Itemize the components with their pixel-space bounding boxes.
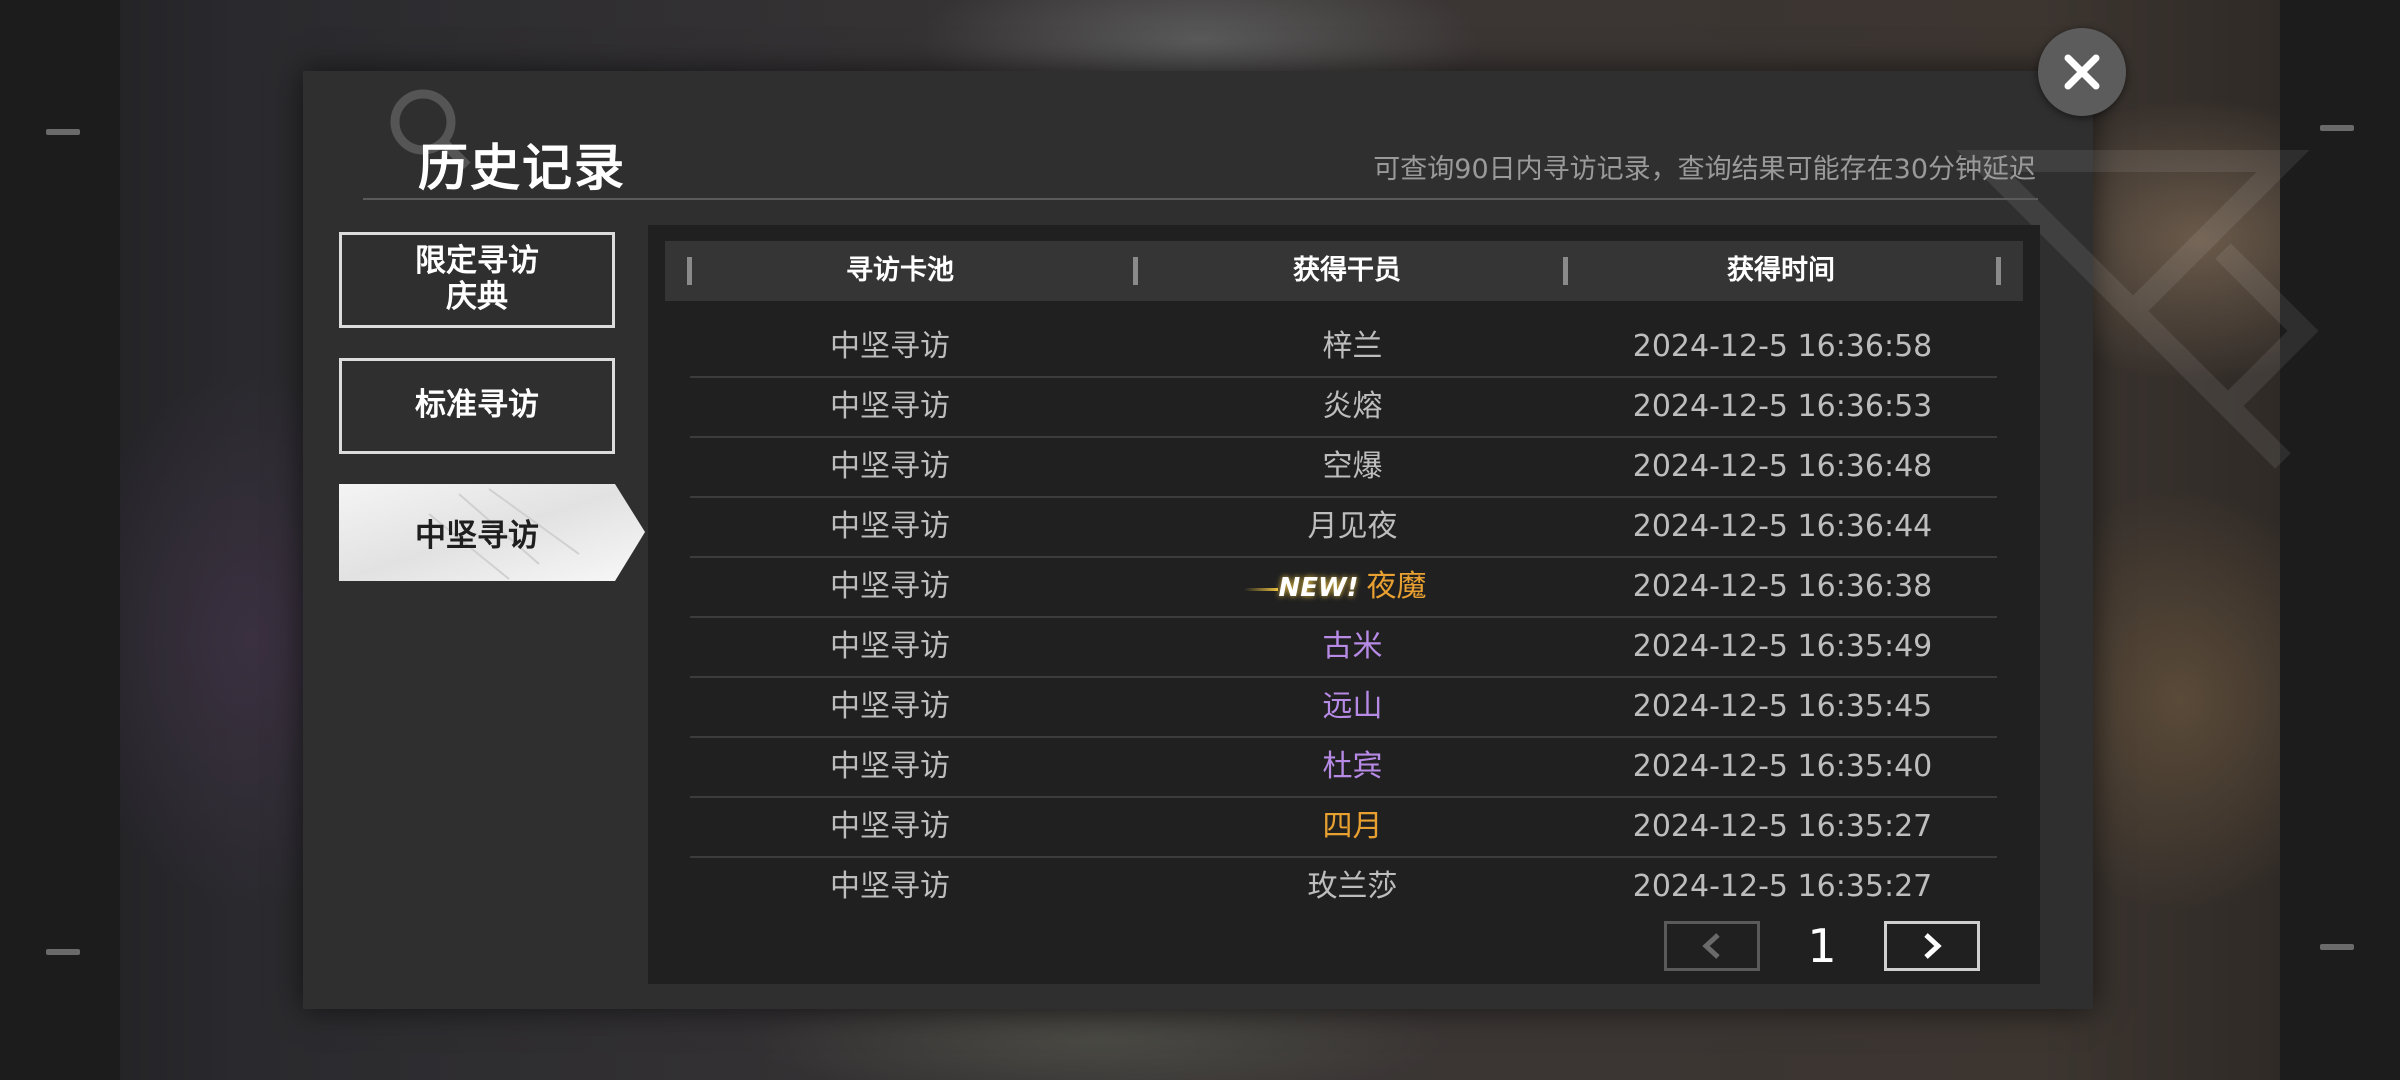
chevron-right-icon [1924, 933, 1942, 959]
cell-operator: 远山 [1090, 678, 1615, 736]
cell-time: 2024-12-5 16:35:45 [1632, 689, 1933, 724]
tab-limited-celebration[interactable]: 限定寻访 庆典 [339, 232, 615, 328]
cell-pool: 中坚寻访 [830, 569, 950, 604]
tab-standard[interactable]: 标准寻访 [339, 358, 615, 454]
cell-time: 2024-12-5 16:36:53 [1632, 389, 1933, 424]
tab-label: 中坚寻访 [415, 518, 539, 554]
operator-name: 古米 [1322, 629, 1383, 664]
page-number: 1 [1807, 919, 1837, 973]
table-row: 中坚寻访 空爆 2024-12-5 16:36:48 [690, 438, 1997, 498]
chevron-left-icon [1702, 933, 1720, 959]
table-header: 寻访卡池 获得干员 获得时间 [665, 241, 2023, 301]
cell-pool: 中坚寻访 [830, 389, 950, 424]
query-note: 可查询90日内寻访记录，查询结果可能存在30分钟延迟 [1373, 154, 2036, 185]
cell-pool: 中坚寻访 [830, 809, 950, 844]
operator-name: 夜魔 [1366, 569, 1427, 604]
cell-pool: 中坚寻访 [830, 869, 950, 904]
cell-operator: 梓兰 [1090, 318, 1615, 376]
cell-pool: 中坚寻访 [830, 509, 950, 544]
cell-operator: 炎熔 [1090, 378, 1615, 436]
table-row: 中坚寻访 炎熔 2024-12-5 16:36:53 [690, 378, 1997, 438]
left-frame-bar [0, 0, 120, 1080]
operator-name: 远山 [1322, 689, 1383, 724]
tab-label: 标准寻访 [415, 387, 539, 424]
next-page-button[interactable] [1884, 921, 1980, 971]
tab-label-line1: 限定寻访 [415, 243, 539, 280]
table-row: 中坚寻访 NEW! 夜魔 2024-12-5 16:36:38 [690, 558, 1997, 618]
table-row: 中坚寻访 杜宾 2024-12-5 16:35:40 [690, 738, 1997, 798]
header-pool: 寻访卡池 [846, 255, 954, 286]
cell-operator: NEW! 夜魔 [1090, 558, 1615, 616]
operator-name: 炎熔 [1322, 389, 1383, 424]
cell-time: 2024-12-5 16:36:38 [1632, 569, 1933, 604]
cell-pool: 中坚寻访 [830, 689, 950, 724]
cell-pool: 中坚寻访 [830, 629, 950, 664]
page-title: 历史记录 [418, 139, 626, 197]
cell-time: 2024-12-5 16:35:27 [1632, 869, 1933, 904]
table-row: 中坚寻访 四月 2024-12-5 16:35:27 [690, 798, 1997, 858]
cell-operator: 杜宾 [1090, 738, 1615, 796]
operator-name: 空爆 [1322, 449, 1383, 484]
title-divider [363, 198, 2038, 200]
header-time: 获得时间 [1727, 255, 1835, 286]
cell-pool: 中坚寻访 [830, 449, 950, 484]
operator-name: 四月 [1322, 809, 1383, 844]
frame-tick [46, 949, 80, 955]
new-badge: NEW! [1244, 559, 1359, 617]
operator-name: 月见夜 [1307, 509, 1398, 544]
cell-time: 2024-12-5 16:36:48 [1632, 449, 1933, 484]
cell-operator: 古米 [1090, 618, 1615, 676]
cell-time: 2024-12-5 16:35:40 [1632, 749, 1933, 784]
table-row: 中坚寻访 玫兰莎 2024-12-5 16:35:27 [690, 858, 1997, 918]
operator-name: 梓兰 [1322, 329, 1383, 364]
header-separator [1996, 257, 2001, 285]
cell-operator: 月见夜 [1090, 498, 1615, 556]
table-row: 中坚寻访 月见夜 2024-12-5 16:36:44 [690, 498, 1997, 558]
cell-pool: 中坚寻访 [830, 329, 950, 364]
frame-tick [46, 129, 80, 135]
cell-time: 2024-12-5 16:35:27 [1632, 809, 1933, 844]
cell-time: 2024-12-5 16:36:44 [1632, 509, 1933, 544]
tab-label-line2: 庆典 [446, 279, 508, 315]
operator-name: 玫兰莎 [1307, 869, 1398, 904]
table-row: 中坚寻访 远山 2024-12-5 16:35:45 [690, 678, 1997, 738]
header-operator: 获得干员 [1293, 255, 1401, 286]
cell-operator: 玫兰莎 [1090, 858, 1615, 916]
close-icon [2064, 54, 2100, 90]
close-button[interactable] [2038, 28, 2126, 116]
prev-page-button[interactable] [1664, 921, 1760, 971]
cell-operator: 四月 [1090, 798, 1615, 856]
frame-tick [2320, 944, 2354, 950]
cell-time: 2024-12-5 16:36:58 [1632, 329, 1933, 364]
operator-name: 杜宾 [1322, 749, 1383, 784]
tab-core-active[interactable]: 中坚寻访 [339, 484, 645, 581]
cell-time: 2024-12-5 16:35:49 [1632, 629, 1933, 664]
cell-pool: 中坚寻访 [830, 749, 950, 784]
table-row: 中坚寻访 古米 2024-12-5 16:35:49 [690, 618, 1997, 678]
table-row: 中坚寻访 梓兰 2024-12-5 16:36:58 [690, 318, 1997, 378]
cell-operator: 空爆 [1090, 438, 1615, 496]
